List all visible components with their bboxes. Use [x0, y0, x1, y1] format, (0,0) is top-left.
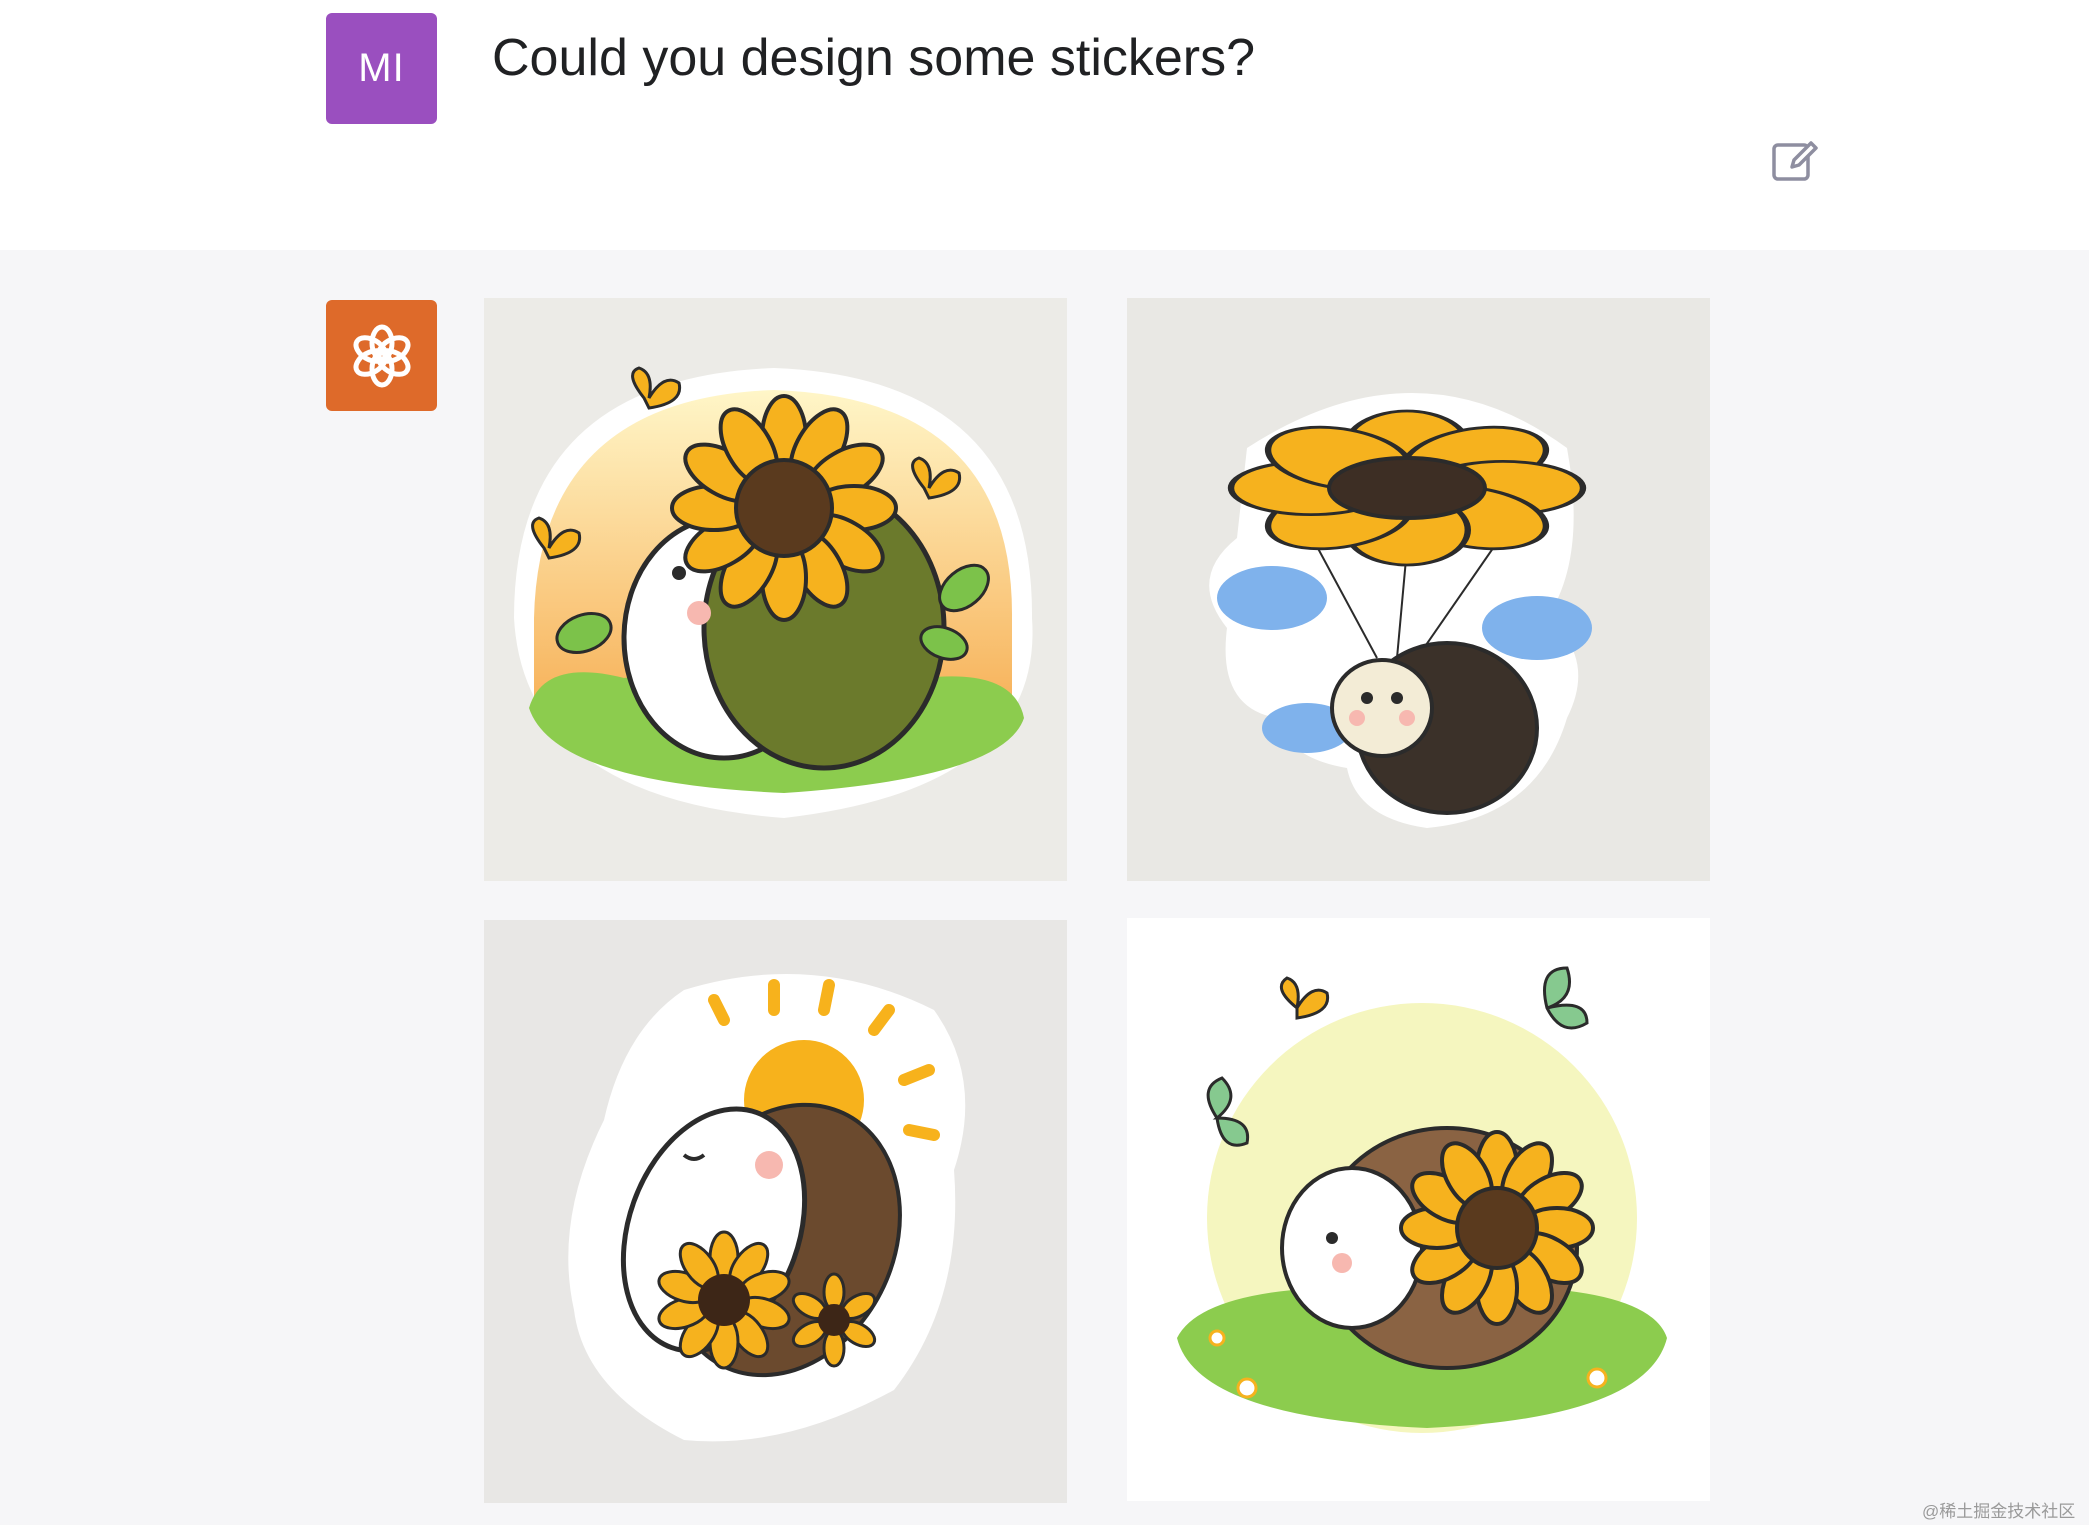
sticker-hedgehog-parachute-sunflower [1209, 393, 1592, 828]
assistant-avatar [326, 300, 437, 411]
user-avatar-initials: MI [358, 46, 405, 90]
user-message-row: MI Could you design some stickers? [0, 0, 2089, 250]
edit-icon [1772, 141, 1818, 181]
sticker-hedgehog-meadow-sunflower [1177, 966, 1667, 1433]
openai-logo-icon [353, 324, 410, 387]
sticker-hedgehog-sunflower-butterflies [514, 366, 1033, 818]
generated-image-4[interactable] [1127, 918, 1710, 1501]
edit-message-button[interactable] [1770, 135, 1822, 187]
watermark: @稀土掘金技术社区 [1922, 1502, 2076, 1521]
generated-image-3[interactable] [484, 920, 1067, 1503]
generated-image-1[interactable] [484, 298, 1067, 881]
user-avatar: MI [326, 13, 437, 124]
generated-image-2[interactable] [1127, 298, 1710, 881]
assistant-message-row [0, 250, 2089, 1525]
sticker-hedgehog-sun-dance [568, 974, 966, 1442]
user-message-text: Could you design some stickers? [492, 29, 1256, 87]
